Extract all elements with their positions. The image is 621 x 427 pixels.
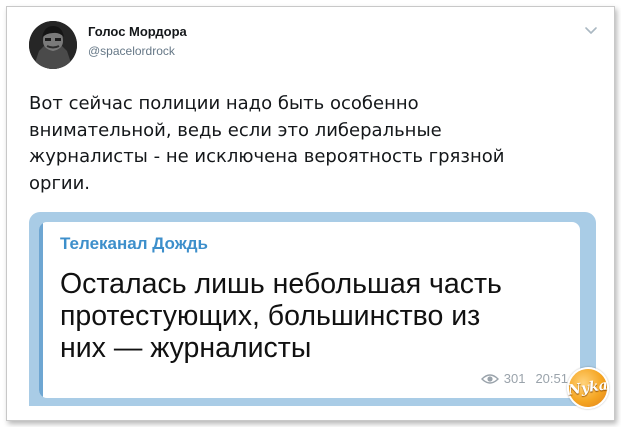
embedded-image[interactable]: Телеканал Дождь Осталась лишь небольшая … (29, 212, 596, 406)
channel-post-bubble: Телеканал Дождь Осталась лишь небольшая … (39, 222, 580, 398)
watermark-text: Nyka (567, 377, 609, 399)
channel-post-text: Осталась лишь небольшая часть протестующ… (60, 268, 502, 364)
caret-down-icon[interactable] (584, 23, 598, 34)
channel-name: Телеканал Дождь (60, 234, 209, 253)
screenshot-frame: Голос Мордора @spacelordrock Вот сейчас … (6, 6, 615, 421)
author-name[interactable]: Голос Мордора (88, 24, 187, 39)
post-meta: 301 20:51 (480, 371, 568, 386)
tweet-card: Голос Мордора @spacelordrock Вот сейчас … (7, 7, 614, 420)
avatar-image (29, 21, 77, 69)
views-label: 301 (503, 371, 526, 386)
avatar[interactable] (29, 21, 77, 69)
view-count: 301 (480, 371, 526, 386)
post-time: 20:51 (535, 371, 568, 386)
tweet-text: Вот сейчас полиции надо быть особенно вн… (29, 93, 505, 194)
eye-icon (480, 373, 499, 384)
quote-bar (39, 222, 43, 398)
author-handle[interactable]: @spacelordrock (88, 44, 175, 58)
